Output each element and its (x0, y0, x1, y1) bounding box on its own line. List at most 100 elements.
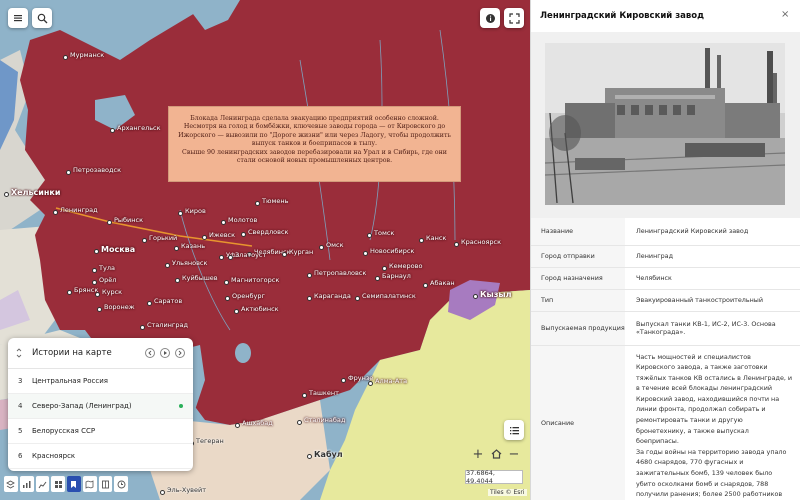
city-marker[interactable] (454, 242, 459, 247)
city-marker[interactable] (235, 423, 240, 428)
zoom-out-button[interactable]: − (506, 446, 522, 462)
toolbar-stats-button[interactable] (35, 476, 50, 492)
city-marker[interactable] (175, 278, 180, 283)
city-marker[interactable] (367, 233, 372, 238)
city-marker[interactable] (297, 420, 302, 425)
city-marker[interactable] (363, 251, 368, 256)
info-button[interactable] (480, 8, 500, 28)
layers-button[interactable] (8, 8, 28, 28)
city-marker[interactable] (110, 128, 115, 133)
zoom-in-button[interactable]: + (470, 446, 486, 462)
collapse-icon[interactable] (16, 347, 22, 359)
grid-icon (54, 480, 62, 488)
city-marker[interactable] (423, 283, 428, 288)
city-marker[interactable] (473, 294, 478, 299)
city-marker[interactable] (307, 454, 312, 459)
city-marker[interactable] (4, 192, 9, 197)
info-line: выпуск танков и боеприпасов в тылу. (251, 140, 378, 148)
close-button[interactable]: × (781, 9, 789, 20)
toolbar-book-button[interactable] (98, 476, 113, 492)
city-marker[interactable] (219, 255, 224, 260)
prev-story-button[interactable] (145, 348, 155, 358)
row-value: Эвакуированный танкостроительный (625, 289, 800, 312)
factory-photo[interactable] (545, 43, 785, 205)
desc-line: зажигательных бомб, 139 человек было (636, 469, 773, 478)
city-label: Ульяновск (172, 259, 208, 267)
desc-line: Часть мощностей и специалистов (636, 352, 751, 361)
next-story-button[interactable] (175, 348, 185, 358)
city-marker[interactable] (221, 220, 226, 225)
city-marker[interactable] (228, 255, 233, 260)
city-marker[interactable] (160, 490, 165, 495)
home-button[interactable] (488, 446, 504, 462)
city-marker[interactable] (53, 210, 58, 215)
city-label: Воронеж (104, 303, 135, 311)
city-marker[interactable] (224, 280, 229, 285)
city-marker[interactable] (142, 238, 147, 243)
toolbar-layers-button[interactable] (4, 476, 18, 492)
city-marker[interactable] (282, 252, 287, 257)
city-marker[interactable] (302, 393, 307, 398)
city-marker[interactable] (382, 266, 387, 271)
legend-button[interactable] (504, 420, 524, 440)
city-label: Оренбург (232, 292, 265, 300)
city-marker[interactable] (92, 280, 97, 285)
city-label: Петрозаводск (73, 166, 122, 174)
city-marker[interactable] (94, 249, 99, 254)
toolbar-grid-button[interactable] (51, 476, 65, 492)
desc-line: ремонтировать танки и другую (636, 416, 743, 425)
city-marker[interactable] (341, 378, 346, 383)
city-label: Новосибирск (370, 247, 415, 255)
city-marker[interactable] (67, 290, 72, 295)
search-button[interactable] (32, 8, 52, 28)
city-marker[interactable] (368, 381, 373, 386)
row-key: Город назначения (531, 267, 625, 290)
city-marker[interactable] (355, 296, 360, 301)
fullscreen-button[interactable] (504, 8, 524, 28)
city-label: Тюмень (262, 197, 289, 205)
city-label: Куйбышев (182, 274, 218, 282)
story-item-active[interactable]: 4 Северо-Запад (Ленинград) (8, 394, 193, 419)
toolbar-map-button[interactable] (82, 476, 97, 492)
city-marker[interactable] (107, 220, 112, 225)
city-marker[interactable] (165, 263, 170, 268)
desc-line: бронетехнику, а также выпускал боеприпас… (636, 426, 749, 446)
map-view[interactable]: Мурманск Архангельск Петрозаводск Хельсинки… (0, 0, 530, 500)
row-key: Тип (531, 289, 625, 312)
city-marker[interactable] (319, 245, 324, 250)
toolbar-bookmark-button[interactable] (67, 476, 81, 492)
city-marker[interactable] (419, 238, 424, 243)
city-marker[interactable] (225, 296, 230, 301)
city-marker[interactable] (241, 232, 246, 237)
city-marker[interactable] (63, 55, 68, 60)
city-marker[interactable] (307, 296, 312, 301)
city-marker[interactable] (178, 211, 183, 216)
search-icon (37, 13, 47, 23)
city-marker[interactable] (375, 276, 380, 281)
play-story-button[interactable] (160, 348, 170, 358)
city-marker[interactable] (307, 273, 312, 278)
bookmark-icon (71, 480, 77, 488)
city-marker[interactable] (92, 268, 97, 273)
toolbar-chart-button[interactable] (19, 476, 34, 492)
city-marker[interactable] (255, 201, 260, 206)
city-marker[interactable] (234, 309, 239, 314)
city-marker[interactable] (97, 307, 102, 312)
city-label: Кемерово (389, 262, 423, 270)
toolbar-clock-button[interactable] (114, 476, 128, 492)
tiles-attribution: Tiles © Esri (488, 489, 527, 496)
story-item[interactable]: 6 Красноярск (8, 444, 193, 469)
book-icon (101, 480, 109, 488)
city-label: Тегеран (196, 437, 224, 445)
city-marker[interactable] (174, 246, 179, 251)
info-icon (485, 13, 495, 23)
story-item[interactable]: 5 Белорусская ССР (8, 419, 193, 444)
hamburger-icon (14, 15, 22, 22)
city-marker[interactable] (66, 170, 71, 175)
row-key: Город отправки (531, 245, 625, 268)
city-label: Горький (149, 234, 178, 242)
city-marker[interactable] (147, 301, 152, 306)
city-marker[interactable] (202, 235, 207, 240)
city-marker[interactable] (140, 325, 145, 330)
story-item[interactable]: 3 Центральная Россия (8, 369, 193, 394)
